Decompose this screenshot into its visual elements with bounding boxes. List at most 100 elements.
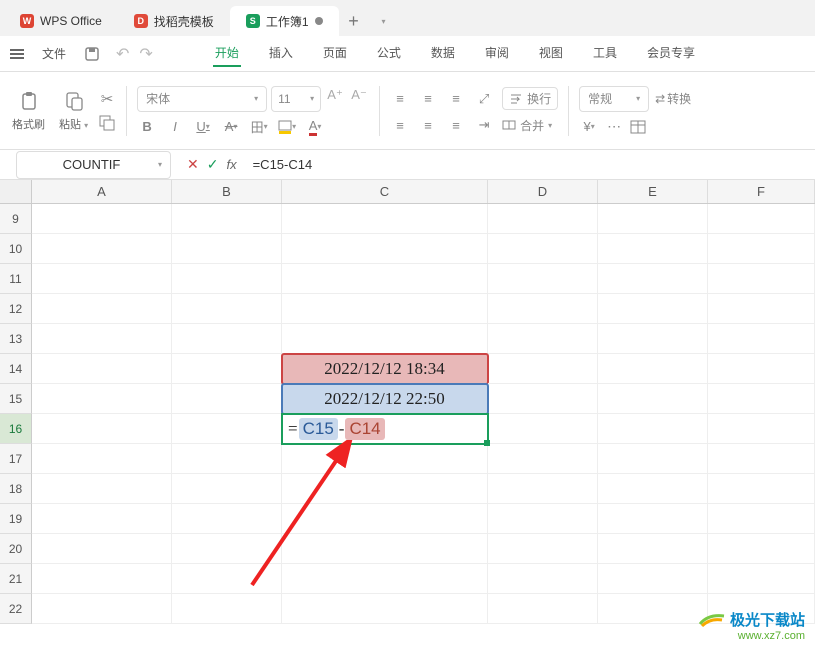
- cut-icon[interactable]: ✂: [101, 90, 114, 108]
- cell[interactable]: [488, 534, 598, 564]
- cell[interactable]: [172, 264, 282, 294]
- col-header-a[interactable]: A: [32, 180, 172, 203]
- cell[interactable]: [282, 264, 488, 294]
- cell[interactable]: [488, 594, 598, 624]
- formula-input[interactable]: =C15-C14: [245, 157, 815, 172]
- increase-font-icon[interactable]: A⁺: [325, 86, 345, 104]
- menu-formula[interactable]: 公式: [375, 40, 403, 67]
- wrap-button[interactable]: 换行: [502, 87, 558, 110]
- cell[interactable]: [488, 564, 598, 594]
- cell[interactable]: [32, 414, 172, 444]
- cell[interactable]: [708, 384, 815, 414]
- align-top-icon[interactable]: ≡: [390, 90, 410, 108]
- tab-dropdown[interactable]: ▾: [369, 6, 399, 36]
- cell[interactable]: [708, 504, 815, 534]
- cell[interactable]: [172, 564, 282, 594]
- cell[interactable]: [598, 564, 708, 594]
- cell[interactable]: [708, 294, 815, 324]
- menu-page[interactable]: 页面: [321, 40, 349, 67]
- cell[interactable]: [598, 444, 708, 474]
- cell[interactable]: [32, 534, 172, 564]
- col-header-e[interactable]: E: [598, 180, 708, 203]
- accept-formula-icon[interactable]: ✓: [207, 156, 219, 173]
- tab-wps-office[interactable]: W WPS Office: [4, 6, 118, 36]
- row-header[interactable]: 9: [0, 204, 32, 234]
- cell[interactable]: [598, 474, 708, 504]
- menu-review[interactable]: 审阅: [483, 40, 511, 67]
- row-header[interactable]: 15: [0, 384, 32, 414]
- cell[interactable]: [32, 354, 172, 384]
- cell[interactable]: [708, 354, 815, 384]
- cancel-formula-icon[interactable]: ✕: [187, 156, 199, 173]
- cell[interactable]: [488, 384, 598, 414]
- menu-premium[interactable]: 会员专享: [645, 40, 697, 67]
- menu-tools[interactable]: 工具: [591, 40, 619, 67]
- cell[interactable]: [282, 324, 488, 354]
- copy-icon[interactable]: [98, 114, 116, 132]
- cell[interactable]: [32, 234, 172, 264]
- cell[interactable]: [172, 294, 282, 324]
- font-size-select[interactable]: 11▾: [271, 86, 321, 112]
- cell[interactable]: [172, 444, 282, 474]
- bold-button[interactable]: B: [137, 118, 157, 136]
- align-left-icon[interactable]: ≡: [390, 116, 410, 134]
- cell[interactable]: [488, 414, 598, 444]
- row-header[interactable]: 19: [0, 504, 32, 534]
- orientation-icon[interactable]: ⤢: [474, 90, 494, 108]
- select-all-corner[interactable]: [0, 180, 32, 203]
- undo-button[interactable]: ↶: [116, 44, 129, 64]
- cell[interactable]: [598, 354, 708, 384]
- cell[interactable]: [598, 504, 708, 534]
- font-name-select[interactable]: 宋体▾: [137, 86, 267, 112]
- cell[interactable]: [172, 534, 282, 564]
- row-header[interactable]: 10: [0, 234, 32, 264]
- cell[interactable]: [598, 264, 708, 294]
- row-header[interactable]: 13: [0, 324, 32, 354]
- cell[interactable]: [598, 414, 708, 444]
- menu-start[interactable]: 开始: [213, 40, 241, 67]
- cell[interactable]: =C15-C14: [282, 414, 488, 444]
- col-header-f[interactable]: F: [708, 180, 815, 203]
- italic-button[interactable]: I: [165, 118, 185, 136]
- row-header[interactable]: 22: [0, 594, 32, 624]
- table-style-icon[interactable]: [630, 120, 646, 134]
- more-formats-icon[interactable]: ⋯: [607, 118, 622, 135]
- cell[interactable]: [708, 414, 815, 444]
- cell[interactable]: [708, 204, 815, 234]
- cell[interactable]: [488, 354, 598, 384]
- tab-templates[interactable]: D 找稻壳模板: [118, 6, 230, 36]
- align-bottom-icon[interactable]: ≡: [446, 90, 466, 108]
- cell[interactable]: [708, 474, 815, 504]
- cell[interactable]: [32, 594, 172, 624]
- cell[interactable]: [282, 474, 488, 504]
- fx-icon[interactable]: fx: [226, 157, 236, 172]
- menu-file[interactable]: 文件: [40, 41, 68, 66]
- number-format-select[interactable]: 常规▾: [579, 86, 649, 112]
- strike-button[interactable]: A ▾: [221, 118, 241, 136]
- fill-color-button[interactable]: ▾: [277, 118, 297, 136]
- new-tab-button[interactable]: +: [339, 6, 369, 36]
- cell[interactable]: [708, 234, 815, 264]
- cell[interactable]: [32, 444, 172, 474]
- row-header[interactable]: 14: [0, 354, 32, 384]
- cell[interactable]: [598, 534, 708, 564]
- row-header[interactable]: 12: [0, 294, 32, 324]
- cell[interactable]: [32, 294, 172, 324]
- cell[interactable]: 2022/12/12 18:34: [282, 354, 488, 384]
- cell[interactable]: [172, 384, 282, 414]
- align-center-icon[interactable]: ≡: [418, 116, 438, 134]
- cell[interactable]: [172, 414, 282, 444]
- cell[interactable]: [282, 234, 488, 264]
- cell[interactable]: [32, 384, 172, 414]
- cell[interactable]: [282, 294, 488, 324]
- cell[interactable]: [172, 474, 282, 504]
- currency-icon[interactable]: ¥ ▾: [579, 118, 599, 136]
- save-icon[interactable]: [84, 46, 100, 62]
- cell[interactable]: [708, 264, 815, 294]
- cell[interactable]: [488, 324, 598, 354]
- menu-insert[interactable]: 插入: [267, 40, 295, 67]
- align-right-icon[interactable]: ≡: [446, 116, 466, 134]
- font-color-button[interactable]: A ▾: [305, 118, 325, 136]
- redo-button[interactable]: ↷: [139, 44, 152, 64]
- row-header[interactable]: 20: [0, 534, 32, 564]
